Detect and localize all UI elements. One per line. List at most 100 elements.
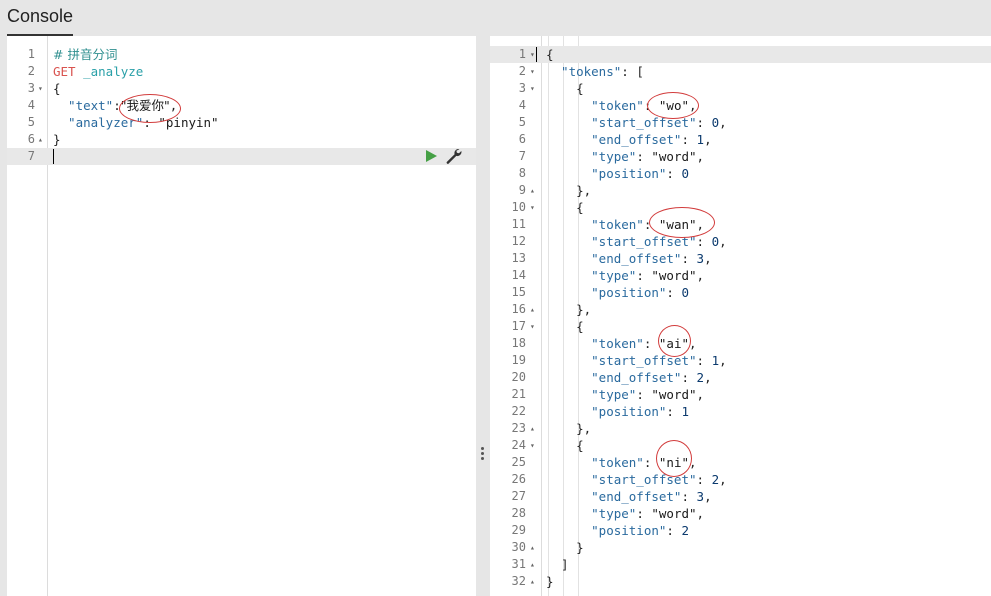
code-line[interactable]: 7 [7,148,476,165]
code-line[interactable]: 7 "type": "word", [490,148,991,165]
line-text: "end_offset": 3, [546,250,711,267]
code-line[interactable]: 15 "position": 0 [490,284,991,301]
code-line[interactable]: 22 "position": 1 [490,403,991,420]
fold-close-icon[interactable]: ▴ [530,539,535,556]
line-number: 21 [511,387,526,401]
code-line[interactable]: 6 "end_offset": 1, [490,131,991,148]
fold-open-icon[interactable]: ▾ [530,46,535,63]
code-line[interactable]: 1 # 拼音分词 [7,46,476,63]
code-line[interactable]: 8 "position": 0 [490,165,991,182]
token-span: : [666,285,682,300]
code-line[interactable]: 16 ▴ }, [490,301,991,318]
token-span: : [681,251,697,266]
line-text: }, [546,420,591,437]
code-line[interactable]: 3 ▾ { [7,80,476,97]
token-span: 1 [696,132,705,147]
line-number: 5 [27,115,35,129]
line-number: 22 [511,404,526,418]
token-span: { [546,47,554,62]
wrench-icon[interactable] [445,148,463,164]
fold-close-icon[interactable]: ▴ [530,301,535,318]
code-line[interactable]: 1 ▾ { [490,46,991,63]
line-text: { [546,46,554,63]
fold-open-icon[interactable]: ▾ [530,80,535,97]
code-line[interactable]: 3 ▾ { [490,80,991,97]
code-line[interactable]: 6 ▴} [7,131,476,148]
fold-close-icon[interactable]: ▴ [530,420,535,437]
token-span: , [719,353,727,368]
code-line[interactable]: 18 "token": "ai", [490,335,991,352]
request-code[interactable]: 1 # 拼音分词 2 GET _analyze 3 ▾{4 "text":"我爱你", 5 … [7,46,476,165]
fold-open-icon[interactable]: ▾ [530,63,535,80]
code-line[interactable]: 13 "end_offset": 3, [490,250,991,267]
token-span: "position" [546,523,667,538]
fold-open-icon[interactable]: ▾ [38,80,43,97]
token-span: : [681,489,697,504]
fold-close-icon[interactable]: ▴ [530,573,535,590]
line-text: GET _analyze [53,63,143,80]
line-text: "type": "word", [546,505,704,522]
fold-open-icon[interactable]: ▾ [530,199,535,216]
code-line[interactable]: 32 ▴} [490,573,991,590]
code-line[interactable]: 4 "text":"我爱你", [7,97,476,114]
code-line[interactable]: 10 ▾ { [490,199,991,216]
code-line[interactable]: 17 ▾ { [490,318,991,335]
token-span: 0 [711,234,720,249]
code-line[interactable]: 31 ▴ ] [490,556,991,573]
line-number: 27 [511,489,526,503]
token-span: 2 [711,472,720,487]
token-span: : [666,523,682,538]
code-line[interactable]: 5 "start_offset": 0, [490,114,991,131]
fold-open-icon[interactable]: ▾ [530,437,535,454]
line-number: 12 [511,234,526,248]
line-number: 11 [511,217,526,231]
token-span: } [53,132,61,147]
line-text: } [53,131,61,148]
code-line[interactable]: 23 ▴ }, [490,420,991,437]
line-text: ] [546,556,569,573]
pane-divider[interactable] [476,36,490,596]
code-line[interactable]: 26 "start_offset": 2, [490,471,991,488]
code-line[interactable]: 2 ▾ "tokens": [ [490,63,991,80]
line-number: 7 [27,149,35,163]
code-line[interactable]: 27 "end_offset": 3, [490,488,991,505]
code-line[interactable]: 24 ▾ { [490,437,991,454]
code-line[interactable]: 5 "analyzer": "pinyin" [7,114,476,131]
fold-open-icon[interactable]: ▾ [530,318,535,335]
code-line[interactable]: 9 ▴ }, [490,182,991,199]
token-span: "start_offset" [546,234,697,249]
request-editor[interactable]: 1 # 拼音分词 2 GET _analyze 3 ▾{4 "text":"我爱你", 5 … [7,36,476,596]
code-line[interactable]: 20 "end_offset": 2, [490,369,991,386]
token-span: }, [546,183,592,198]
code-line[interactable]: 19 "start_offset": 1, [490,352,991,369]
token-span: } [546,540,584,555]
token-span: # 拼音分词 [53,47,118,62]
token-span: }, [546,302,592,317]
code-line[interactable]: 28 "type": "word", [490,505,991,522]
fold-close-icon[interactable]: ▴ [530,556,535,573]
response-viewer[interactable]: 1 ▾ {2 ▾ "tokens": [3 ▾ {4 "token": "wo", 5 "… [490,36,991,596]
text-cursor [536,47,537,62]
code-line[interactable]: 30 ▴ } [490,539,991,556]
code-line[interactable]: 2 GET _analyze [7,63,476,80]
token-span: "ai" [658,336,690,351]
play-icon[interactable] [426,149,437,162]
code-line[interactable]: 11 "token": "wan", [490,216,991,233]
drag-handle-icon[interactable] [481,447,485,461]
code-line[interactable]: 4 "token": "wo", [490,97,991,114]
code-line[interactable]: 21 "type": "word", [490,386,991,403]
code-line[interactable]: 25 "token": "ni", [490,454,991,471]
line-number: 1 [27,47,35,61]
tab-console[interactable]: Console [7,6,74,36]
fold-close-icon[interactable]: ▴ [38,131,43,148]
code-line[interactable]: 14 "type": "word", [490,267,991,284]
line-text: "text":"我爱你", [53,97,177,114]
token-span: { [546,200,584,215]
code-line[interactable]: 29 "position": 2 [490,522,991,539]
code-line[interactable]: 12 "start_offset": 0, [490,233,991,250]
fold-close-icon[interactable]: ▴ [530,182,535,199]
token-span: "token" [546,455,644,470]
token-span: , [696,506,705,521]
response-code[interactable]: 1 ▾ {2 ▾ "tokens": [3 ▾ {4 "token": "wo", 5 "… [490,46,991,590]
token-span: { [546,438,584,453]
